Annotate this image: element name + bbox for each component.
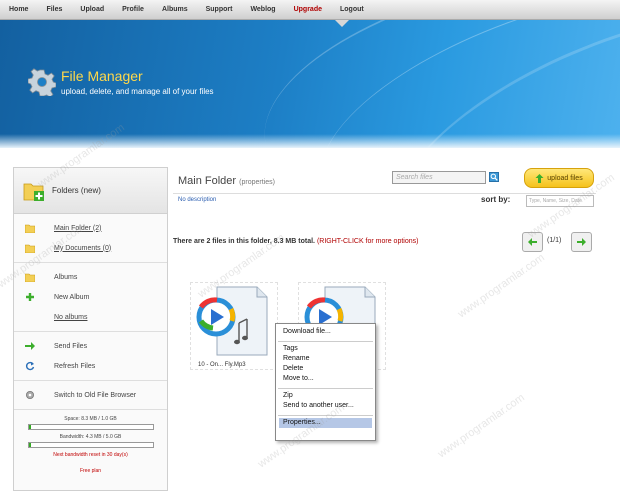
context-menu: Download file... Tags Rename Delete Move… [275, 323, 376, 441]
folder-icon [24, 271, 36, 283]
arrow-right-icon [577, 238, 586, 246]
divider [173, 193, 596, 194]
folder-title-text: Main Folder [178, 175, 237, 187]
nav-albums[interactable]: Albums [162, 6, 188, 13]
space-bar [27, 424, 154, 430]
space-label: Space: 8.3 MB / 1.0 GB [64, 416, 117, 422]
upload-files-button[interactable]: upload files [524, 168, 594, 188]
folder-icon [24, 242, 36, 254]
bandwidth-reset-note: Next bandwidth reset in 30 day(s) [53, 452, 128, 458]
usage-panel: Space: 8.3 MB / 1.0 GB Bandwidth: 4.3 MB… [14, 410, 167, 474]
folder-main-label[interactable]: Main Folder (2) [54, 225, 101, 232]
nav-support[interactable]: Support [206, 6, 233, 13]
bandwidth-bar-fill [28, 443, 31, 447]
space-bar-fill [28, 425, 31, 429]
refresh-icon [24, 360, 36, 372]
arrow-left-icon [528, 238, 537, 246]
top-nav: Home Files Upload Profile Albums Support… [0, 0, 620, 20]
send-files-button[interactable]: Send Files [14, 336, 167, 356]
nav-files[interactable]: Files [46, 6, 62, 13]
menu-separator [278, 341, 373, 342]
right-click-hint: (RIGHT-CLICK for more options) [316, 238, 419, 245]
menu-tags[interactable]: Tags [276, 344, 375, 354]
menu-properties[interactable]: Properties... [279, 418, 372, 428]
audio-file-icon [196, 286, 268, 356]
banner-fade [0, 134, 620, 148]
page-subtitle: upload, delete, and manage all of your f… [61, 87, 214, 96]
no-albums-link[interactable]: No albums [14, 307, 167, 327]
menu-download[interactable]: Download file... [276, 327, 375, 337]
nav-upgrade[interactable]: Upgrade [294, 6, 322, 13]
prev-page-button[interactable] [522, 232, 543, 252]
gear-small-icon [24, 389, 36, 401]
plus-icon [24, 291, 36, 303]
new-album-button[interactable]: New Album [14, 287, 167, 307]
folder-icon [24, 222, 36, 234]
new-folder-icon [23, 183, 44, 201]
albums-label: Albums [54, 273, 78, 281]
folder-documents[interactable]: My Documents (0) [14, 238, 167, 258]
menu-separator [278, 388, 373, 389]
nav-profile[interactable]: Profile [122, 6, 144, 13]
menu-separator [278, 415, 373, 416]
album-list: Albums New Album No albums [14, 263, 167, 332]
nav-logout[interactable]: Logout [340, 6, 364, 13]
upload-files-label: upload files [547, 174, 583, 182]
sidebar-header: Folders (new) [14, 168, 167, 214]
sort-input[interactable]: Type, Name, Size, Date [526, 195, 594, 207]
header-banner: File Manager upload, delete, and manage … [0, 20, 620, 148]
nav-weblog[interactable]: Weblog [250, 6, 275, 13]
folder-description[interactable]: No description [178, 197, 216, 203]
switch-group: Switch to Old File Browser [14, 381, 167, 410]
menu-send-user[interactable]: Send to another user... [276, 401, 375, 411]
albums-item[interactable]: Albums [14, 267, 167, 287]
page-indicator: (1/1) [547, 237, 562, 244]
actions-list: Send Files Refresh Files [14, 332, 167, 381]
plan-label: Free plan [79, 468, 102, 474]
file-name[interactable]: 10 - On... Fly.Mp3 [198, 362, 246, 368]
arrow-right-icon [24, 340, 36, 352]
upload-arrow-icon [535, 173, 544, 183]
file-tile[interactable] [190, 282, 278, 370]
switch-browser-button[interactable]: Switch to Old File Browser [14, 385, 167, 405]
folder-documents-label[interactable]: My Documents (0) [54, 245, 111, 252]
folder-main[interactable]: Main Folder (2) [14, 218, 167, 238]
nav-home[interactable]: Home [9, 6, 28, 13]
folder-title: Main Folder (properties) [178, 175, 275, 187]
sidebar-header-label: Folders (new) [52, 186, 101, 195]
bandwidth-label: Bandwidth: 4.3 MB / 5.0 GB [59, 434, 122, 440]
no-albums-label[interactable]: No albums [54, 314, 87, 321]
nav-upload[interactable]: Upload [80, 6, 104, 13]
search-input[interactable]: Search files [392, 171, 486, 184]
sidebar: Folders (new) Main Folder (2) My Documen… [13, 167, 168, 491]
gear-icon [28, 68, 56, 96]
sort-label: sort by: [481, 195, 511, 204]
nav-caret [335, 20, 349, 27]
send-files-label: Send Files [54, 342, 88, 350]
watermark-text: www.programlar.com [435, 391, 527, 461]
watermark-text: www.programlar.com [455, 251, 547, 321]
search-icon [490, 173, 498, 181]
next-page-button[interactable] [571, 232, 592, 252]
menu-zip[interactable]: Zip [276, 391, 375, 401]
menu-delete[interactable]: Delete [276, 364, 375, 374]
refresh-files-button[interactable]: Refresh Files [14, 356, 167, 376]
folder-info: There are 2 files in this folder, 8.3 MB… [173, 238, 418, 245]
bandwidth-bar [27, 442, 154, 448]
folder-info-text: There are 2 files in this folder, 8.3 MB… [173, 238, 317, 245]
search-button[interactable] [489, 172, 499, 182]
refresh-files-label: Refresh Files [54, 362, 96, 370]
page-title: File Manager [61, 68, 143, 84]
menu-rename[interactable]: Rename [276, 354, 375, 364]
properties-link[interactable]: (properties) [239, 179, 275, 186]
switch-browser-label: Switch to Old File Browser [54, 391, 137, 399]
menu-move[interactable]: Move to... [276, 374, 375, 384]
folder-list: Main Folder (2) My Documents (0) [14, 214, 167, 263]
new-album-label: New Album [54, 293, 90, 301]
